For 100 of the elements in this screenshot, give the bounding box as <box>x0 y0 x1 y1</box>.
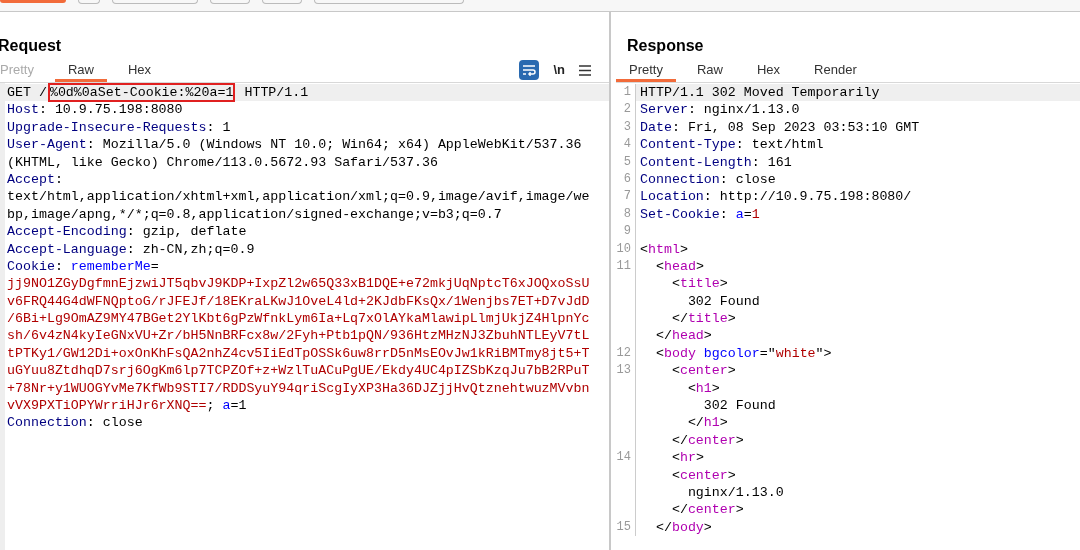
code-token: h1 <box>703 415 720 431</box>
line-number: 13 <box>616 363 631 378</box>
code-token: GET / <box>7 85 47 100</box>
line-number: 7 <box>623 189 631 204</box>
line-number: 1 <box>623 85 631 99</box>
code-token: html <box>648 241 680 257</box>
code-token: > <box>719 415 728 431</box>
code-token: Accept-Language <box>7 241 127 257</box>
view-tab[interactable]: Hex <box>744 60 794 82</box>
line-number: 4 <box>623 137 631 152</box>
code-token: : Fri, 08 Sep 2023 03:53:10 GMT <box>671 119 920 135</box>
panel-title: Response <box>627 36 704 56</box>
code-token: < <box>670 450 680 466</box>
code-token: : <box>54 258 64 274</box>
code-token: nginx/1.13.0 <box>686 485 784 500</box>
code-token: title <box>679 276 720 292</box>
code-token: </ <box>670 502 688 518</box>
code-token: : 1 <box>206 119 231 135</box>
code-token: head <box>663 258 696 274</box>
code-token: : text/html <box>735 137 824 153</box>
code-token: : <box>54 171 63 187</box>
code-token: vVX9PXTiOPYWrriHJr6rXNQ== <box>7 398 207 414</box>
code-token: > <box>727 363 736 379</box>
code-token: 1 <box>751 206 760 222</box>
line-number: 15 <box>616 519 631 534</box>
wrap-icon <box>522 64 537 76</box>
code-token: center <box>679 363 728 379</box>
code-token: > <box>703 328 712 344</box>
code-token: > <box>727 467 736 483</box>
code-token: : http://10.9.75.198:8080/ <box>703 189 912 205</box>
code-token: (KHTML, like Gecko) Chrome/113.0.5672.93 Safari/537.36 <box>7 154 438 170</box>
code-token: </ <box>654 328 672 344</box>
view-tab[interactable]: Render <box>801 60 870 82</box>
code-token: Content-Type <box>640 137 736 153</box>
code-token: User-Agent <box>7 137 87 153</box>
code-token: < <box>654 258 664 274</box>
line-number: 9 <box>623 224 631 239</box>
line-number: 14 <box>616 450 631 465</box>
line-number: 12 <box>616 345 631 360</box>
code-token: : <box>719 206 729 222</box>
code-token: HTTP/1.1 <box>243 85 309 100</box>
code-token: : 161 <box>751 154 792 170</box>
code-token: > <box>695 450 704 466</box>
code-token: > <box>735 502 744 518</box>
code-token: "> <box>815 345 832 361</box>
code-token: < <box>670 467 680 483</box>
code-token: </ <box>654 519 672 535</box>
line-number: 5 <box>623 154 631 169</box>
code-token: v6FRQ44G4dWFNQptoG/rJFEJf/18EKraLKwJ1OveL4ld+2KJdbFKsQx/1Wenjbs7ET+D7vJdD <box>7 293 590 309</box>
code-token: < <box>686 380 696 396</box>
code-token: Connection <box>640 171 720 187</box>
code-token: =" <box>759 345 776 361</box>
view-tab[interactable]: Raw <box>54 60 107 82</box>
code-token: bgcolor <box>702 345 760 361</box>
code-token: =1 <box>230 398 247 414</box>
code-token: HTTP/1.1 302 Moved Temporarily <box>640 85 880 100</box>
code-token: > <box>703 519 712 535</box>
code-token: </ <box>686 415 704 431</box>
line-number: 10 <box>616 241 631 256</box>
code-token: ; <box>206 398 216 414</box>
code-token: : close <box>86 415 143 431</box>
code-token: : zh-CN,zh;q=0.9 <box>126 241 255 257</box>
line-number: 8 <box>623 206 631 221</box>
toolbar-button[interactable] <box>0 0 66 3</box>
line-number: 2 <box>623 102 631 117</box>
code-token: center <box>679 467 728 483</box>
menu-button[interactable] <box>579 63 593 77</box>
newline-toggle[interactable]: \n <box>553 60 565 80</box>
code-token: center <box>687 432 736 448</box>
code-token: Date <box>640 119 672 135</box>
code-token: Cookie <box>7 258 55 274</box>
wrap-lines-button[interactable] <box>519 60 540 80</box>
code-token: sh/6v4zN4kyIeGNxVU+Zr/bH5NnBRFcx8w/2Fyh+Ptb1pQN/936HtzMHzNJ3ZbuhNTLEyV7tL <box>7 328 590 344</box>
code-token: rememberMe <box>70 258 151 274</box>
code-token: Accept <box>7 171 55 187</box>
code-token: +78Nr+y1WUOGYvMe7KfWb9STI7/RDDSyuY94qriScgIyXP3Ha36DJZjjHvQtznehtwuzMVvbn <box>7 380 590 396</box>
code-token: bp,image/apng,*/*;q=0.8,application/signed-exchange;v=b3;q=0.7 <box>7 206 502 222</box>
code-token: > <box>679 241 688 257</box>
code-token: = <box>150 258 159 274</box>
line-number: 3 <box>623 119 631 134</box>
menu-icon <box>579 64 591 76</box>
line-number: 11 <box>616 258 631 273</box>
code-token: Upgrade-Insecure-Requests <box>7 119 207 135</box>
code-token: > <box>727 311 736 327</box>
code-token: Set-Cookie <box>640 206 720 222</box>
code-token: > <box>735 432 744 448</box>
code-token: : Mozilla/5.0 (Windows NT 10.0; Win64; x64) AppleWebKit/537.36 <box>86 137 582 153</box>
code-token: < <box>670 363 680 379</box>
code-token: Server <box>640 102 688 118</box>
code-token: a <box>735 206 744 222</box>
code-token: white <box>775 345 816 361</box>
request-editor[interactable] <box>0 83 609 550</box>
view-tab[interactable]: Raw <box>683 60 736 82</box>
code-token: jj9NO1ZGyDgfmnEjzwiJT5qbvJ9KDP+IxpZl2w65Q33xB1DQE+e72mkjUqNptcT6xJOQxoSsU <box>7 276 590 292</box>
code-token: text/html,application/xhtml+xml,application/xml;q=0.9,image/avif,image/we <box>7 189 590 205</box>
line-number: 6 <box>623 171 631 186</box>
code-token: head <box>671 328 704 344</box>
code-token: > <box>711 380 720 396</box>
view-tab[interactable]: Hex <box>115 60 165 82</box>
code-token: tPTKy1/GW12Di+oxOnKhFsQA2nhZ4cv5IiEdTpOSSk6uw8rrD5nMsEOvJw1kRiBMTmy8jt5+T <box>7 345 590 361</box>
